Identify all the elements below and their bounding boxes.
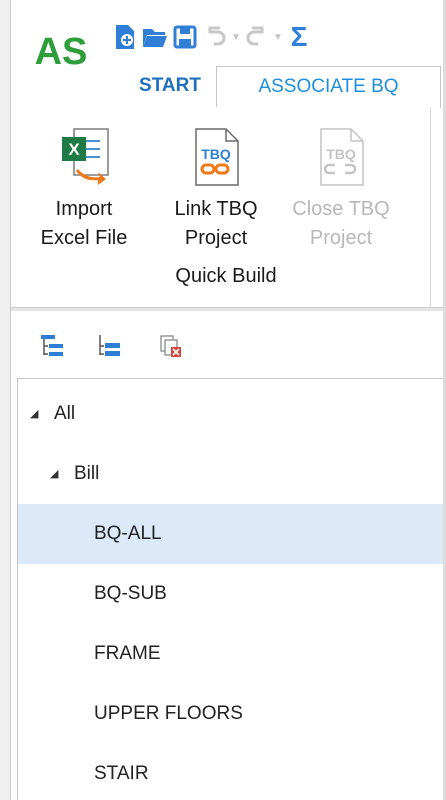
sum-icon[interactable]: Σ (284, 22, 314, 52)
redo-icon[interactable] (242, 22, 272, 52)
undo-icon[interactable] (200, 22, 230, 52)
tab-start[interactable]: START (121, 66, 219, 108)
import-excel-file-button[interactable]: X Import Excel File (29, 117, 139, 253)
save-icon[interactable] (170, 22, 200, 52)
delete-icon[interactable] (158, 333, 184, 359)
svg-text:X: X (68, 140, 80, 159)
undo-dropdown-icon[interactable]: ▼ (230, 22, 242, 52)
tree-node-label: BQ-SUB (94, 583, 167, 604)
folder-open-icon[interactable] (140, 22, 170, 52)
tree-node-label: Bill (74, 463, 100, 484)
ribbon-tabs: START ASSOCIATE BQ (11, 66, 443, 108)
quick-access-toolbar: ▼ ▼ Σ (110, 22, 314, 52)
link-tbq-icon-text: TBQ (201, 146, 231, 162)
new-file-icon[interactable] (110, 22, 140, 52)
collapse-all-icon[interactable] (96, 333, 122, 359)
expand-arrow-icon[interactable]: ◢ (50, 444, 58, 504)
tree-node-label: STAIR (94, 763, 149, 784)
tree-node-upper-floors[interactable]: UPPER FLOORS (18, 684, 443, 744)
close-tbq-icon-text: TBQ (326, 146, 356, 162)
ribbon-panel: X Import Excel File TBQ Link TBQ Project… (11, 107, 431, 307)
excel-import-icon: X (62, 128, 109, 185)
ribbon-group-label: Quick Build (175, 265, 277, 287)
tree-node-bill[interactable]: ◢ Bill (18, 444, 443, 504)
close-tbq-project-button[interactable]: TBQ Close TBQ Project (286, 117, 396, 253)
tree-node-all[interactable]: ◢ All (18, 384, 443, 444)
link-tbq-project-button[interactable]: TBQ Link TBQ Project (161, 117, 271, 253)
tree-node-bq-all[interactable]: BQ-ALL (18, 504, 443, 564)
redo-dropdown-icon[interactable]: ▼ (272, 22, 284, 52)
tree-toolbar (11, 311, 443, 376)
tree-node-label: All (54, 403, 76, 424)
tree-node-label: FRAME (94, 643, 161, 664)
tree-node-stair[interactable]: STAIR (18, 744, 443, 800)
window-left-border (0, 0, 11, 800)
tree-node-label: UPPER FLOORS (94, 703, 243, 724)
bq-tree: ◢ All ◢ Bill BQ-ALL BQ-SUB FRAME UPPER F… (17, 378, 443, 800)
tree-node-label: BQ-ALL (94, 523, 162, 544)
import-label-line2: Excel File (40, 227, 128, 249)
link-tbq-icon: TBQ (195, 128, 239, 186)
link-label-line2: Project (184, 227, 248, 249)
close-label-line2: Project (309, 227, 373, 249)
expand-arrow-icon[interactable]: ◢ (30, 384, 38, 444)
close-label-line1: Close TBQ (292, 198, 390, 220)
close-tbq-icon: TBQ (320, 128, 364, 186)
tab-associate-bq[interactable]: ASSOCIATE BQ (216, 66, 441, 108)
tree-node-bq-sub[interactable]: BQ-SUB (18, 564, 443, 624)
tree-node-frame[interactable]: FRAME (18, 624, 443, 684)
link-label-line1: Link TBQ (174, 198, 258, 220)
expand-all-icon[interactable] (39, 333, 65, 359)
import-label-line1: Import (55, 198, 113, 220)
